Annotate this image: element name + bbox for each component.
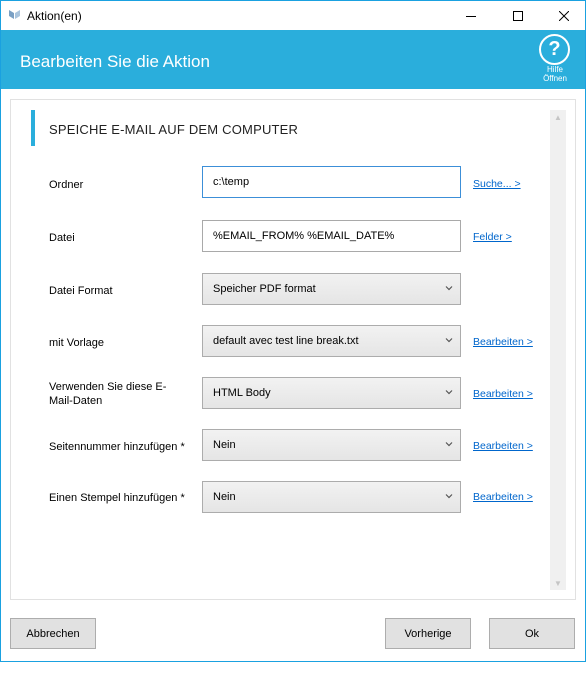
- scroll-up-icon[interactable]: ▲: [550, 110, 566, 124]
- form-panel: SPEICHE E-MAIL AUF DEM COMPUTER Ordner c…: [10, 99, 576, 600]
- help-icon: ?: [539, 34, 570, 65]
- cancel-button[interactable]: Abbrechen: [10, 618, 96, 649]
- stamp-value: Nein: [213, 491, 236, 503]
- help-button[interactable]: ? Hilfe Öffnen: [535, 34, 575, 87]
- page-number-label: Seitennummer hinzufügen *: [49, 441, 185, 453]
- browse-link[interactable]: Suche... >: [473, 178, 521, 190]
- template-select[interactable]: default avec test line break.txt: [202, 325, 461, 357]
- folder-input-value: c:\temp: [213, 176, 250, 188]
- file-format-select[interactable]: Speicher PDF format: [202, 273, 461, 305]
- fields-link[interactable]: Felder >: [473, 231, 512, 243]
- file-input-value: %EMAIL_FROM% %EMAIL_DATE%: [213, 230, 395, 242]
- maximize-icon: [513, 10, 523, 21]
- file-label: Datei: [49, 232, 75, 244]
- dialog-header: Bearbeiten Sie die Aktion ? Hilfe Öffnen: [1, 30, 585, 89]
- minimize-button[interactable]: [448, 1, 494, 30]
- page-title: Bearbeiten Sie die Aktion: [20, 52, 210, 71]
- close-icon: [559, 10, 569, 21]
- stamp-label: Einen Stempel hinzufügen *: [49, 492, 185, 504]
- minimize-icon: [466, 15, 476, 17]
- folder-input[interactable]: c:\temp: [202, 166, 461, 198]
- email-data-value: HTML Body: [213, 387, 271, 399]
- chevron-down-icon: [445, 390, 453, 395]
- window-title: Aktion(en): [27, 9, 82, 23]
- page-number-value: Nein: [213, 439, 236, 451]
- email-data-edit-link[interactable]: Bearbeiten >: [473, 388, 533, 400]
- section-accent-bar: [31, 110, 35, 146]
- ok-button[interactable]: Ok: [489, 618, 575, 649]
- section-title: SPEICHE E-MAIL AUF DEM COMPUTER: [49, 122, 299, 137]
- template-label: mit Vorlage: [49, 337, 105, 349]
- template-edit-link[interactable]: Bearbeiten >: [473, 336, 533, 348]
- scroll-down-icon[interactable]: ▼: [550, 576, 566, 590]
- stamp-edit-link[interactable]: Bearbeiten >: [473, 491, 533, 503]
- title-bar: Aktion(en): [1, 1, 585, 30]
- maximize-button[interactable]: [495, 1, 541, 30]
- vertical-scrollbar[interactable]: ▲ ▼: [550, 110, 566, 590]
- close-button[interactable]: [541, 1, 586, 30]
- file-input[interactable]: %EMAIL_FROM% %EMAIL_DATE%: [202, 220, 461, 252]
- chevron-down-icon: [445, 494, 453, 499]
- stamp-select[interactable]: Nein: [202, 481, 461, 513]
- previous-button[interactable]: Vorherige: [385, 618, 471, 649]
- folder-label: Ordner: [49, 179, 84, 191]
- chevron-down-icon: [445, 338, 453, 343]
- chevron-down-icon: [445, 286, 453, 291]
- email-data-label: Verwenden Sie diese E-Mail-Daten: [49, 381, 167, 407]
- page-number-edit-link[interactable]: Bearbeiten >: [473, 440, 533, 452]
- page-number-select[interactable]: Nein: [202, 429, 461, 461]
- file-format-label: Datei Format: [49, 285, 113, 297]
- app-icon: [8, 9, 21, 20]
- chevron-down-icon: [445, 442, 453, 447]
- file-format-value: Speicher PDF format: [213, 283, 316, 295]
- help-label-line2: Öffnen: [543, 74, 567, 83]
- email-data-select[interactable]: HTML Body: [202, 377, 461, 409]
- template-value: default avec test line break.txt: [213, 335, 359, 347]
